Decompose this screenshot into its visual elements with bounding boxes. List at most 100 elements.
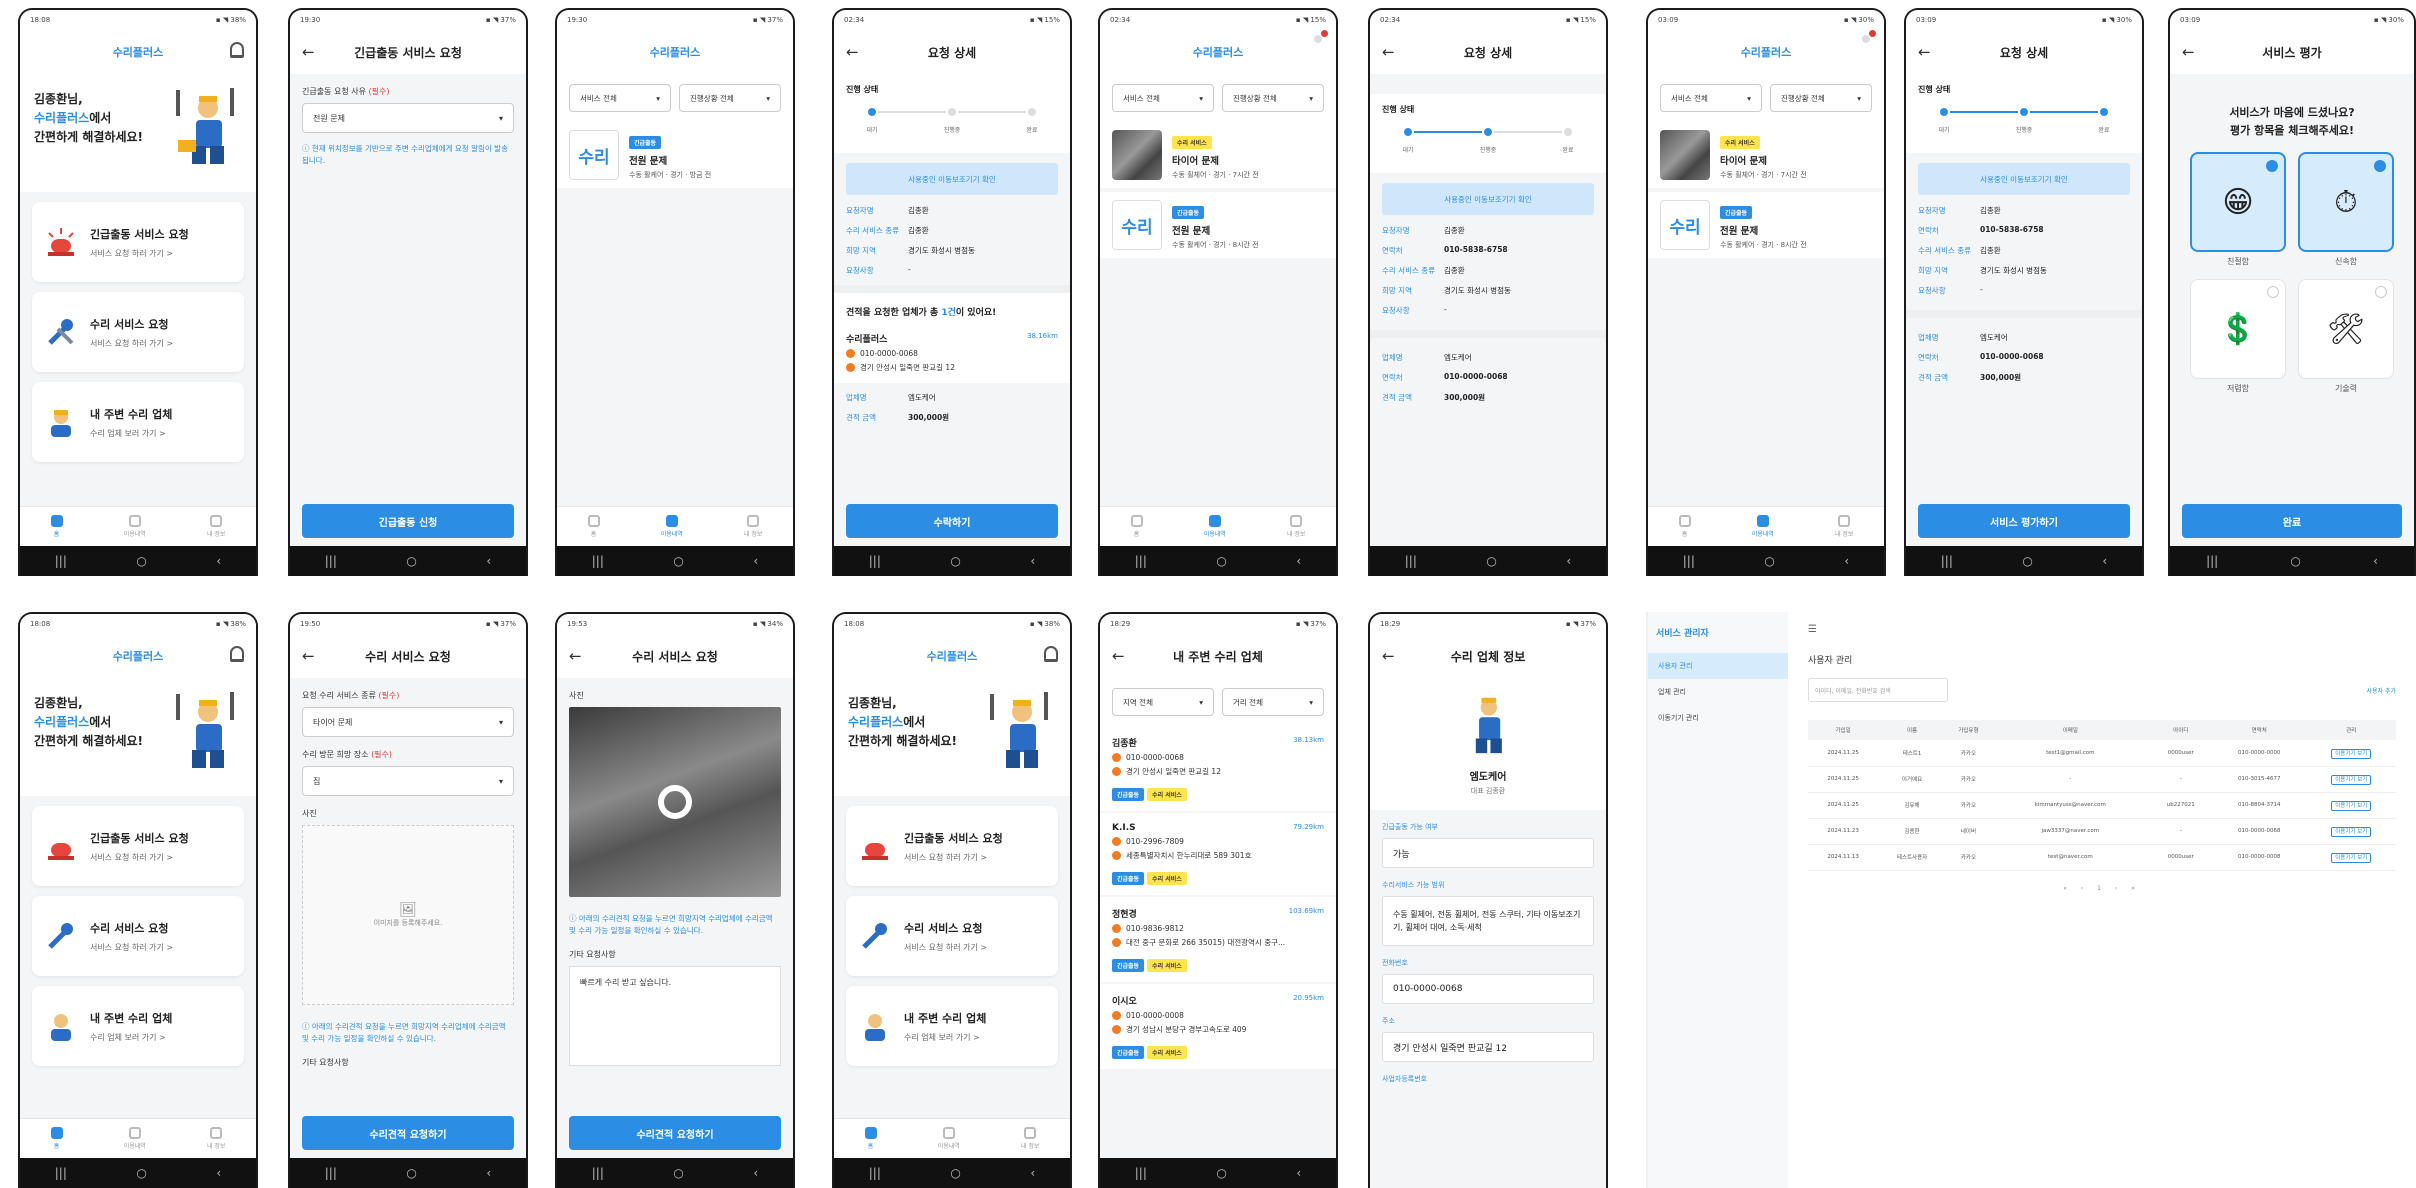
service-filter[interactable]: 서비스 전체 ▾ [569, 84, 671, 112]
chevron-down-icon: ▾ [498, 113, 503, 123]
menu-icon[interactable]: ☰ [1808, 624, 2396, 635]
menu-emergency[interactable]: 긴급출동 서비스 요청 서비스 요청 하러 가기 > [32, 202, 244, 282]
table-cell: 카카오 [1960, 855, 1977, 861]
view-devices-link[interactable]: 이용기기 보기 [2331, 801, 2372, 811]
siren-icon [48, 228, 74, 256]
tab-profile[interactable]: 내 정보 [207, 515, 225, 538]
repairman-illustration-icon [176, 692, 234, 768]
repair-logo-icon: 수리 [569, 130, 619, 180]
rating-cheap[interactable]: 💲 [2190, 279, 2286, 379]
bell-icon[interactable] [1312, 30, 1328, 45]
screen-home: 18:08 ▪ ◥ 38% 수리플러스 김종환님, 수리플러스에서 간편하게 해결… [18, 8, 258, 576]
table-cell: - [2069, 776, 2072, 782]
back-nav-icon[interactable]: ‹ [216, 554, 221, 568]
table-row: 2024.11.25 이거예요 카카오 - - 010-3015-4677 이용기기 보기 [1808, 766, 2396, 793]
tab-home[interactable]: 홈 [50, 515, 63, 538]
table-cell: 김유해 [1904, 803, 1920, 809]
column-header: 가입일 [1808, 720, 1879, 740]
repairman-illustration-icon [176, 88, 234, 164]
table-cell: - [2179, 828, 2182, 834]
screen-home-3: 18:08 ▪ ◥ 38% 수리플러스 김종환님, 수리플러스에서 간편하게 해결하세… [832, 612, 1072, 1188]
table-row: 2024.11.13 테스트사용자 카카오 test@naver.com 0000use… [1808, 844, 2396, 871]
list-icon [128, 515, 141, 527]
distance-filter[interactable]: 거리 전체 ▾ [1222, 688, 1324, 716]
repairman-illustration-icon [1475, 697, 1502, 754]
table-cell: 0000user [2167, 749, 2194, 756]
area-filter[interactable]: 지역 전체 ▾ [1112, 688, 1214, 716]
review-button[interactable]: 서비스 평가하기 [1918, 504, 2130, 538]
table-cell: 2024.11.25 [1827, 776, 1859, 782]
done-button[interactable]: 완료 [2182, 504, 2402, 538]
accept-button[interactable]: 수락하기 [846, 504, 1058, 538]
table-row: 2024.11.25 테스트1 카카오 test1@gmail.com 0000user… [1808, 740, 2396, 767]
vendor-item[interactable]: K.I.S 79.29km 010-2996-7809 세종특별자치시 한누리대로 5… [1100, 813, 1336, 895]
reason-select[interactable]: 전원 문제 ▾ [302, 103, 514, 133]
screen-repair-request-filled: 19:53 ▪ ◥ 34% ← 수리 서비스 요청 사진 ⓘ 아래의 수리견적 요청… [555, 612, 795, 1188]
table-cell: kimmantyuss@naver.com [2034, 802, 2106, 808]
table-row: 2024.11.25 김유해 카카오 kimmantyuss@naver.com ub2… [1808, 792, 2396, 819]
vendor-item[interactable]: 이시오 20.95km 010-0000-0008 경기 성남시 분당구 경부고속도로… [1100, 984, 1336, 1069]
history-item[interactable]: 수리 긴급출동 전원 문제 수동 활케어 · 경기 · 8시간 전 [1100, 192, 1336, 258]
table-cell: 0000user [2167, 854, 2194, 860]
table-cell: - [2179, 776, 2182, 782]
extra-request-textarea[interactable]: 빠르게 수리 받고 싶습니다. [569, 966, 781, 1066]
tab-history[interactable]: 이용내역 [124, 515, 146, 538]
vendor-profile: 엠도케어 대표 김종환 [1370, 678, 1606, 810]
progress-section: 진행 상태 대기 진행중 완료 [834, 74, 1070, 153]
recents-icon[interactable]: ||| [55, 554, 67, 568]
place-select[interactable]: 집 ▾ [302, 766, 514, 796]
device-info-button[interactable]: 사용중인 이동보조기기 확인 [846, 163, 1058, 195]
home-icon [50, 515, 63, 527]
history-item[interactable]: 수리 긴급출동 전원 문제 수동 활케어 · 경기 · 방금 전 [557, 122, 793, 188]
view-devices-link[interactable]: 이용기기 보기 [2331, 775, 2372, 785]
history-item[interactable]: 수리 긴급출동 전원 문제 수동 활케어 · 경기 · 8시간 전 [1648, 192, 1884, 258]
search-input[interactable]: 아이디, 이메일, 전화번호 검색 [1808, 678, 1948, 702]
rating-skill[interactable]: 🛠 [2298, 279, 2394, 379]
siren-icon [862, 843, 888, 860]
info-note: ⓘ 현재 위치정보를 기반으로 주변 수리업체에게 요청 알림이 발송됩니다. [302, 144, 508, 165]
page-title: 사용자 관리 [1808, 656, 1853, 666]
vendor-item[interactable]: 정현경 103.69km 010-9836-9812 대전 중구 문화로 266 35… [1100, 897, 1336, 982]
rating-fast[interactable]: ⏱ [2298, 152, 2394, 252]
sidebar-item-users[interactable]: 사용자 관리 [1648, 653, 1788, 679]
image-icon: 🖼 [399, 902, 417, 918]
mechanic-icon [51, 410, 71, 437]
repair-submit-button[interactable]: 수리견적 요청하기 [302, 1116, 514, 1150]
tire-photo [1112, 130, 1162, 180]
photo-upload[interactable]: 🖼 이미지를 등록해주세요. [302, 825, 514, 1005]
app-bar: 수리플러스 [20, 30, 256, 74]
screen-history-2: 02:34 ▪ ◥ 15% 수리플러스 서비스 전체 ▾ 진행상황 전체 ▾ 수리 서비… [1098, 8, 1338, 576]
emergency-submit-button[interactable]: 긴급출동 신청 [302, 504, 514, 538]
progress-steps: 대기 진행중 완료 [846, 103, 1058, 143]
menu-repair[interactable]: 수리 서비스 요청 서비스 요청 하러 가기 > [32, 292, 244, 372]
table-cell: 카카오 [1960, 750, 1977, 757]
check-icon [2266, 160, 2278, 172]
status-filter[interactable]: 진행상황 전체 ▾ [679, 84, 781, 112]
history-item[interactable]: 수리 서비스 타이어 문제 수동 휠체어 · 경기 · 7시간 전 [1648, 122, 1884, 188]
sidebar-item-vendors[interactable]: 업체 관리 [1648, 679, 1788, 705]
menu-nearby[interactable]: 내 주변 수리 업체 수리 업체 보러 가기 > [32, 382, 244, 462]
view-devices-link[interactable]: 이용기기 보기 [2331, 827, 2372, 837]
service-type-select[interactable]: 타이어 문제 ▾ [302, 707, 514, 737]
uploaded-photo[interactable] [569, 707, 781, 897]
pagination[interactable]: « ‹ 1 › » [1808, 885, 2396, 892]
column-header: 아이디 [2149, 720, 2212, 740]
table-cell: test1@gmail.com [2046, 749, 2095, 756]
quote-heading: 견적을 요청한 업체가 총 1건이 있어요! [834, 293, 1070, 322]
table-cell: 010-0000-0000 [2238, 749, 2281, 756]
storyboard-canvas: 18:08 ▪ ◥ 38% 수리플러스 김종환님, 수리플러스에서 간편하게 해결… [0, 0, 2416, 1188]
users-table: 가입일 이름 가입유형 이메일 아이디 연락처 관리 2024.11.25 테스트1 카카오 tes… [1808, 720, 2396, 871]
view-devices-link[interactable]: 이용기기 보기 [2331, 853, 2372, 863]
screen-request-detail-progress: 02:34 ▪ ◥ 15% ← 요청 상세 진행 상태 대기 진행중 완료 사용중인 이… [1368, 8, 1608, 576]
bell-icon[interactable] [230, 42, 244, 58]
sidebar-item-devices[interactable]: 이동기기 관리 [1648, 705, 1788, 731]
vendor-item[interactable]: 김종환 38.13km 010-0000-0068 경기 안성시 일죽면 판교길 12… [1100, 726, 1336, 811]
rating-kind[interactable]: 😁 [2190, 152, 2286, 252]
back-arrow-icon[interactable]: ← [302, 43, 315, 61]
add-user-button[interactable]: 사용자 추가 [2366, 686, 2396, 695]
history-item[interactable]: 수리 서비스 타이어 문제 수동 휠체어 · 경기 · 7시간 전 [1100, 122, 1336, 188]
view-devices-link[interactable]: 이용기기 보기 [2331, 748, 2372, 759]
column-header: 연락처 [2211, 720, 2307, 740]
home-button-icon[interactable]: ○ [136, 554, 146, 568]
phone-icon [846, 349, 855, 358]
